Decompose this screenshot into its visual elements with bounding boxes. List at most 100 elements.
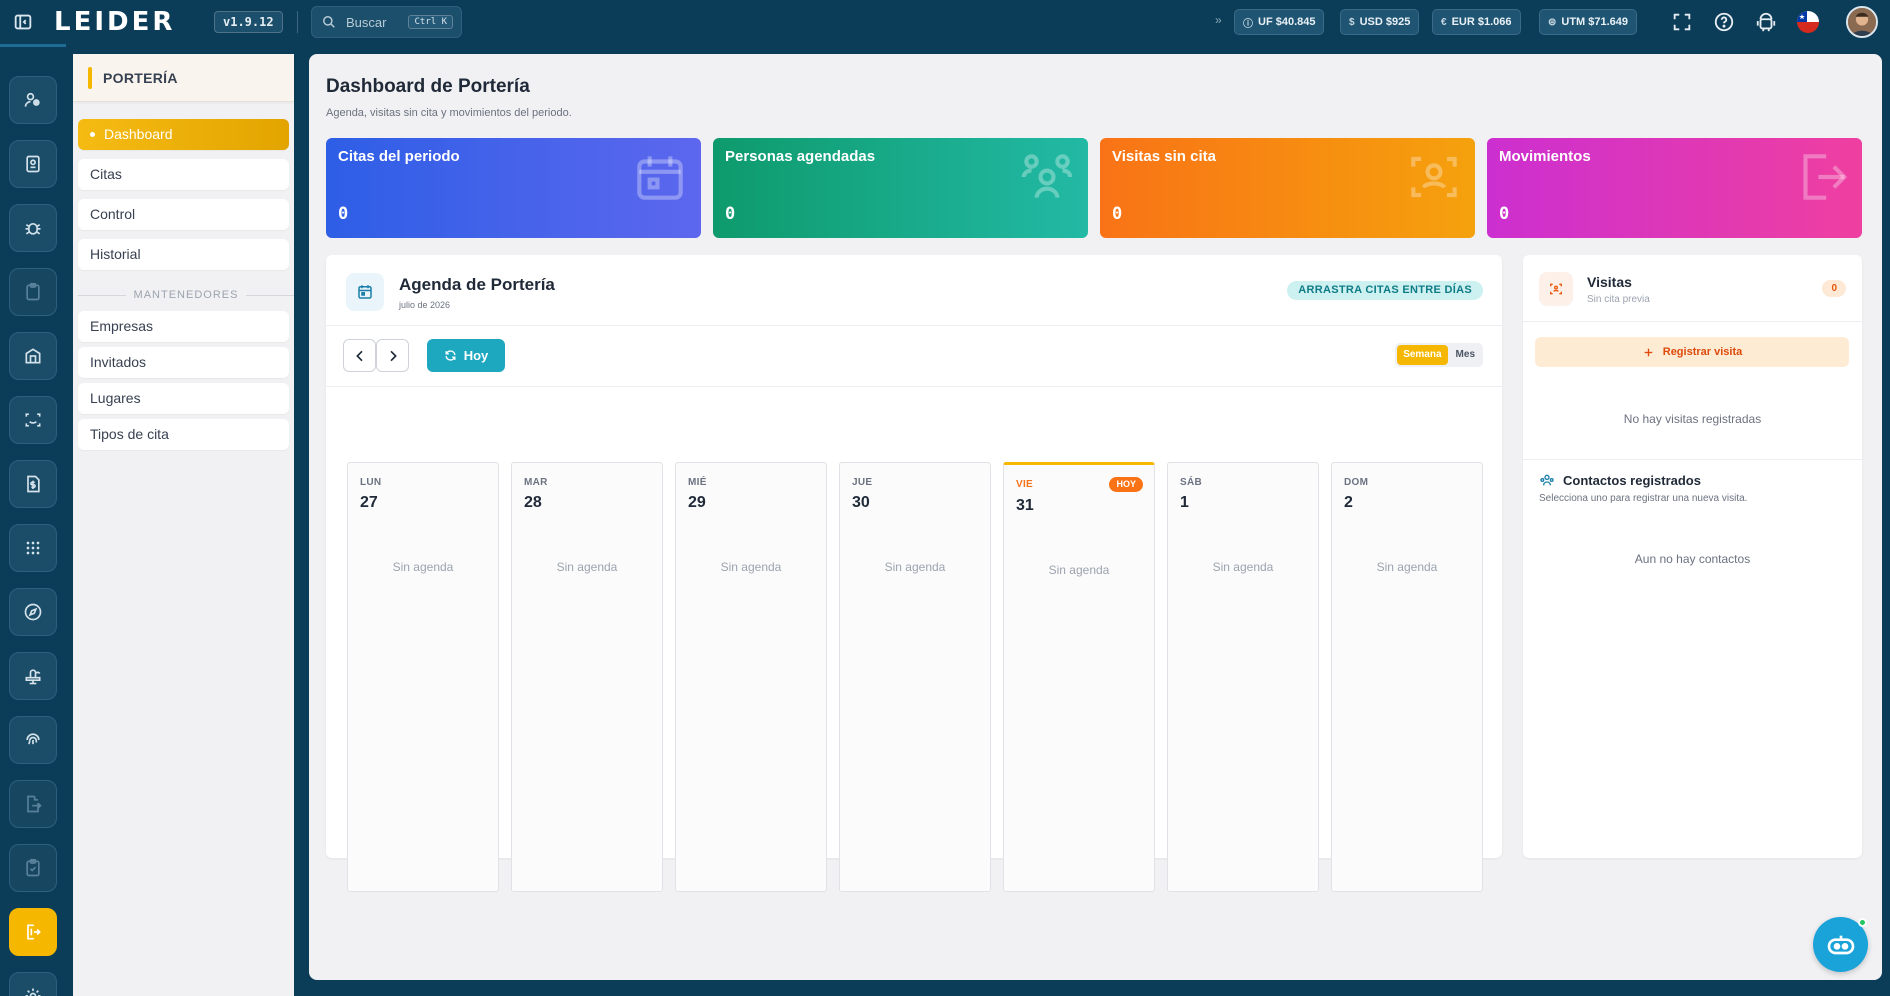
sidebar-item-control[interactable]: Control (78, 199, 289, 230)
day-name: MAR (524, 477, 548, 488)
fountain-icon (23, 666, 43, 686)
user-avatar[interactable] (1846, 6, 1878, 38)
sidebar-toggle-icon[interactable] (12, 11, 34, 33)
sidebar-item-lugares[interactable]: Lugares (78, 383, 289, 414)
compass-icon (23, 602, 43, 622)
no-visits-text: No hay visitas registradas (1623, 412, 1762, 426)
search-icon (322, 15, 336, 29)
register-visit-button[interactable]: Registrar visita (1535, 337, 1849, 367)
app-logo[interactable]: LEIDER (54, 9, 175, 35)
settings-icon (23, 986, 43, 996)
day-column[interactable]: JUE 30 Sin agenda (839, 462, 991, 892)
stat-label: Citas del periodo (338, 148, 460, 165)
today-button[interactable]: Hoy (427, 339, 505, 372)
section-title: PORTERÍA (103, 70, 178, 86)
rail-apps-button[interactable] (9, 524, 57, 572)
day-column[interactable]: MAR 28 Sin agenda (511, 462, 663, 892)
rail-building-button[interactable] (9, 332, 57, 380)
indicator-utm[interactable]: ⊜ UTM $71.649 (1539, 9, 1638, 35)
dollar-icon: $ (1349, 16, 1355, 28)
view-month-option[interactable]: Mes (1450, 345, 1481, 365)
rail-porteria-button[interactable] (9, 908, 57, 956)
rail-clipboard-button[interactable] (9, 268, 57, 316)
day-column[interactable]: MIÉ 29 Sin agenda (675, 462, 827, 892)
uf-icon: ⓘ (1243, 18, 1253, 30)
sidebar-item-label: Invitados (90, 354, 147, 370)
day-number: 28 (524, 494, 542, 511)
assistant-button[interactable] (1813, 917, 1868, 972)
day-empty-text: Sin agenda (392, 560, 454, 574)
sidebar-item-citas[interactable]: Citas (78, 159, 289, 190)
stat-card-movimientos[interactable]: Movimientos 0 (1487, 138, 1862, 238)
chile-flag-icon[interactable] (1797, 11, 1819, 33)
sidebar-item-tipos-de-cita[interactable]: Tipos de cita (78, 419, 289, 450)
users-icon (23, 90, 43, 110)
day-name: LUN (360, 477, 382, 488)
android-icon[interactable] (1755, 11, 1777, 33)
rail-invoice-button[interactable] (9, 460, 57, 508)
rail-scan-button[interactable] (9, 396, 57, 444)
rail-users-button[interactable] (9, 76, 57, 124)
day-column[interactable]: DOM 2 Sin agenda (1331, 462, 1483, 892)
day-column[interactable]: LUN 27 Sin agenda (347, 462, 499, 892)
today-button-label: Hoy (463, 348, 489, 363)
page-subtitle: Agenda, visitas sin cita y movimientos d… (326, 107, 572, 119)
indicator-uf[interactable]: ⓘ UF $40.845 (1234, 9, 1325, 35)
rail-settings-button[interactable] (9, 972, 57, 996)
sidebar-item-invitados[interactable]: Invitados (78, 347, 289, 378)
sidebar-item-dashboard[interactable]: Dashboard (78, 119, 289, 150)
indicator-eur[interactable]: € EUR $1.066 (1432, 9, 1521, 35)
view-week-option[interactable]: Semana (1397, 345, 1448, 365)
indicator-usd[interactable]: $ USD $925 (1340, 9, 1420, 35)
exit-icon (1790, 146, 1852, 208)
day-empty-text: Sin agenda (556, 560, 618, 574)
prev-week-button[interactable] (343, 339, 376, 372)
sidebar-item-label: Empresas (90, 318, 154, 334)
day-column[interactable]: SÁB 1 Sin agenda (1167, 462, 1319, 892)
online-status-dot (1858, 918, 1867, 927)
chevron-right-icon (385, 348, 401, 364)
face-scan-icon (1403, 146, 1465, 208)
visits-divider (1523, 459, 1862, 460)
day-name: SÁB (1180, 477, 1203, 488)
stat-card-visitas[interactable]: Visitas sin cita 0 (1100, 138, 1475, 238)
stat-card-citas[interactable]: Citas del periodo 0 (326, 138, 701, 238)
day-name: MIÉ (688, 477, 707, 488)
day-number: 1 (1180, 494, 1189, 511)
chevrons-right-icon[interactable]: » (1215, 13, 1222, 27)
icon-rail (0, 44, 66, 996)
rail-id-card-button[interactable] (9, 140, 57, 188)
section-header: PORTERÍA (73, 54, 294, 102)
portal-exit-icon (23, 922, 43, 942)
visits-panel: Visitas Sin cita previa 0 Registrar visi… (1523, 255, 1862, 858)
stat-label: Movimientos (1499, 148, 1591, 165)
contacts-icon (1539, 472, 1555, 488)
page-title: Dashboard de Portería (326, 76, 530, 97)
view-toggle: Semana Mes (1395, 343, 1483, 367)
sidebar-item-historial[interactable]: Historial (78, 239, 289, 270)
sidebar-item-label: Tipos de cita (90, 426, 169, 442)
scan-icon (23, 410, 43, 430)
day-empty-text: Sin agenda (1048, 563, 1110, 577)
rail-bug-button[interactable] (9, 204, 57, 252)
help-icon[interactable] (1713, 11, 1735, 33)
rail-fountain-button[interactable] (9, 652, 57, 700)
sidebar-item-label: Control (90, 206, 136, 222)
building-icon (23, 346, 43, 366)
stat-card-personas[interactable]: Personas agendadas 0 (713, 138, 1088, 238)
day-column-today[interactable]: VIE HOY 31 Sin agenda (1003, 462, 1155, 892)
rail-compass-button[interactable] (9, 588, 57, 636)
search-input[interactable]: Buscar Ctrl K (311, 6, 462, 38)
sidebar-item-label: Citas (90, 166, 122, 182)
next-week-button[interactable] (376, 339, 409, 372)
sidebar-item-empresas[interactable]: Empresas (78, 311, 289, 342)
fullscreen-icon[interactable] (1671, 11, 1693, 33)
version-badge: v1.9.12 (214, 11, 283, 33)
rail-fingerprint-button[interactable] (9, 716, 57, 764)
stat-value: 0 (1499, 204, 1510, 224)
day-empty-text: Sin agenda (1212, 560, 1274, 574)
day-name: DOM (1344, 477, 1369, 488)
rail-file-export-button[interactable] (9, 780, 57, 828)
main-content: Dashboard de Portería Agenda, visitas si… (309, 54, 1882, 980)
rail-clipboard-check-button[interactable] (9, 844, 57, 892)
